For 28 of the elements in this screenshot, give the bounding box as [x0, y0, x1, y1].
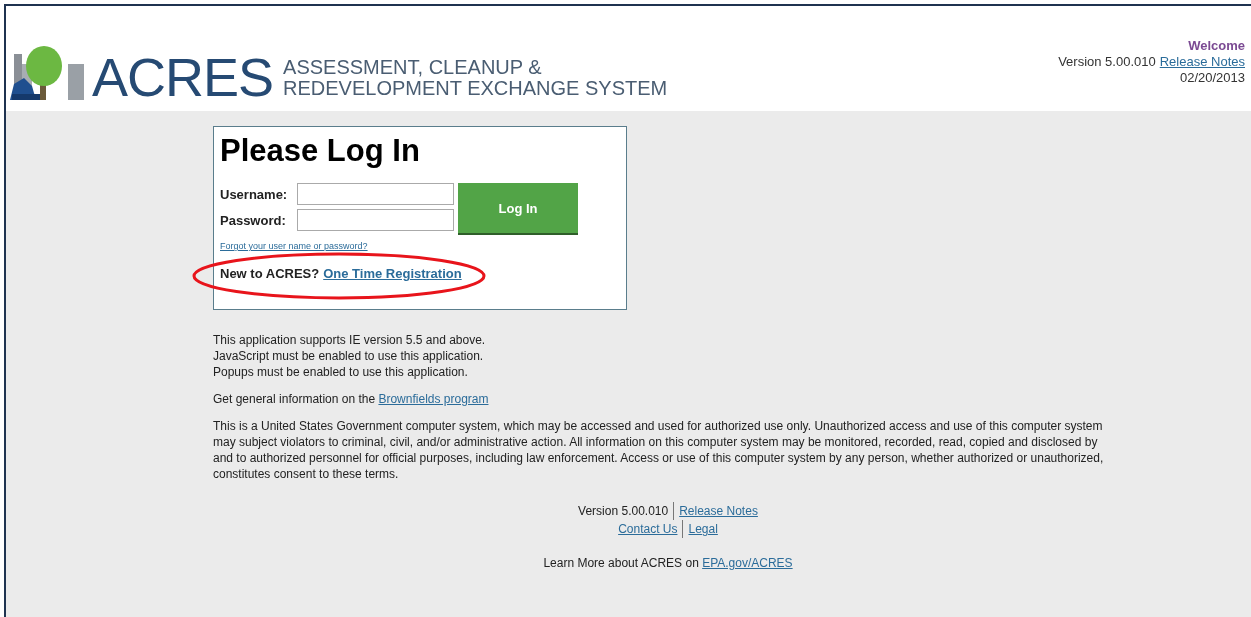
release-notes-link[interactable]: Release Notes — [1159, 54, 1245, 70]
password-field[interactable] — [297, 209, 454, 231]
username-label: Username: — [220, 186, 289, 202]
password-label: Password: — [220, 212, 287, 228]
date-text: 02/20/2013 — [1179, 70, 1245, 86]
acres-site-link[interactable]: EPA.gov/ACRES — [702, 556, 793, 570]
new-user-prompt: New to ACRES? — [220, 266, 320, 281]
forgot-password-link[interactable]: Forgot your user name or password? — [220, 241, 368, 251]
brownfields-link[interactable]: Brownfields program — [378, 392, 489, 406]
release-notes-link[interactable]: Release Notes — [679, 502, 758, 520]
requirement-text: This application supports IE version 5.5 and above. — [213, 332, 487, 348]
welcome-text: Welcome — [1188, 38, 1245, 54]
username-field[interactable] — [297, 183, 454, 205]
logo-subtitle: ASSESSMENT, CLEANUP & — [283, 57, 543, 78]
learn-more-text: Learn More about ACRES on EPA.gov/ACRES — [543, 555, 793, 572]
logo-text: ACRES — [92, 52, 274, 102]
requirement-text: JavaScript must be enabled to use this application. — [213, 348, 485, 364]
login-title: Please Log In — [220, 133, 421, 169]
login-button[interactable]: Log In — [458, 183, 578, 235]
legal-link[interactable]: Legal — [688, 520, 718, 538]
requirement-text: Popups must be enabled to use this application. — [213, 364, 469, 380]
registration-link[interactable]: One Time Registration — [323, 266, 462, 281]
version-text: Version 5.00.010 — [578, 502, 675, 520]
version-text: Version 5.00.010 — [1058, 54, 1156, 70]
contact-link[interactable]: Contact Us — [618, 520, 684, 538]
disclaimer-text: This is a United States Government computer system, which may be accessed and used for authorized use only. Unauthorized access and use of this computer system may subject violators to criminal, civil, and/or administrative action. All information on this computer system may be monitored, recorded, read, copied and disclosed by and to authorized personnel for official purposes, including law enforcement. Access or use of this computer system by any person, whether authorized or unauthorized, constitutes consent to these terms. — [213, 418, 1105, 482]
logo-subtitle: REDEVELOPMENT EXCHANGE SYSTEM — [283, 78, 668, 99]
info-text: Get general information on the Brownfields program — [213, 392, 490, 406]
